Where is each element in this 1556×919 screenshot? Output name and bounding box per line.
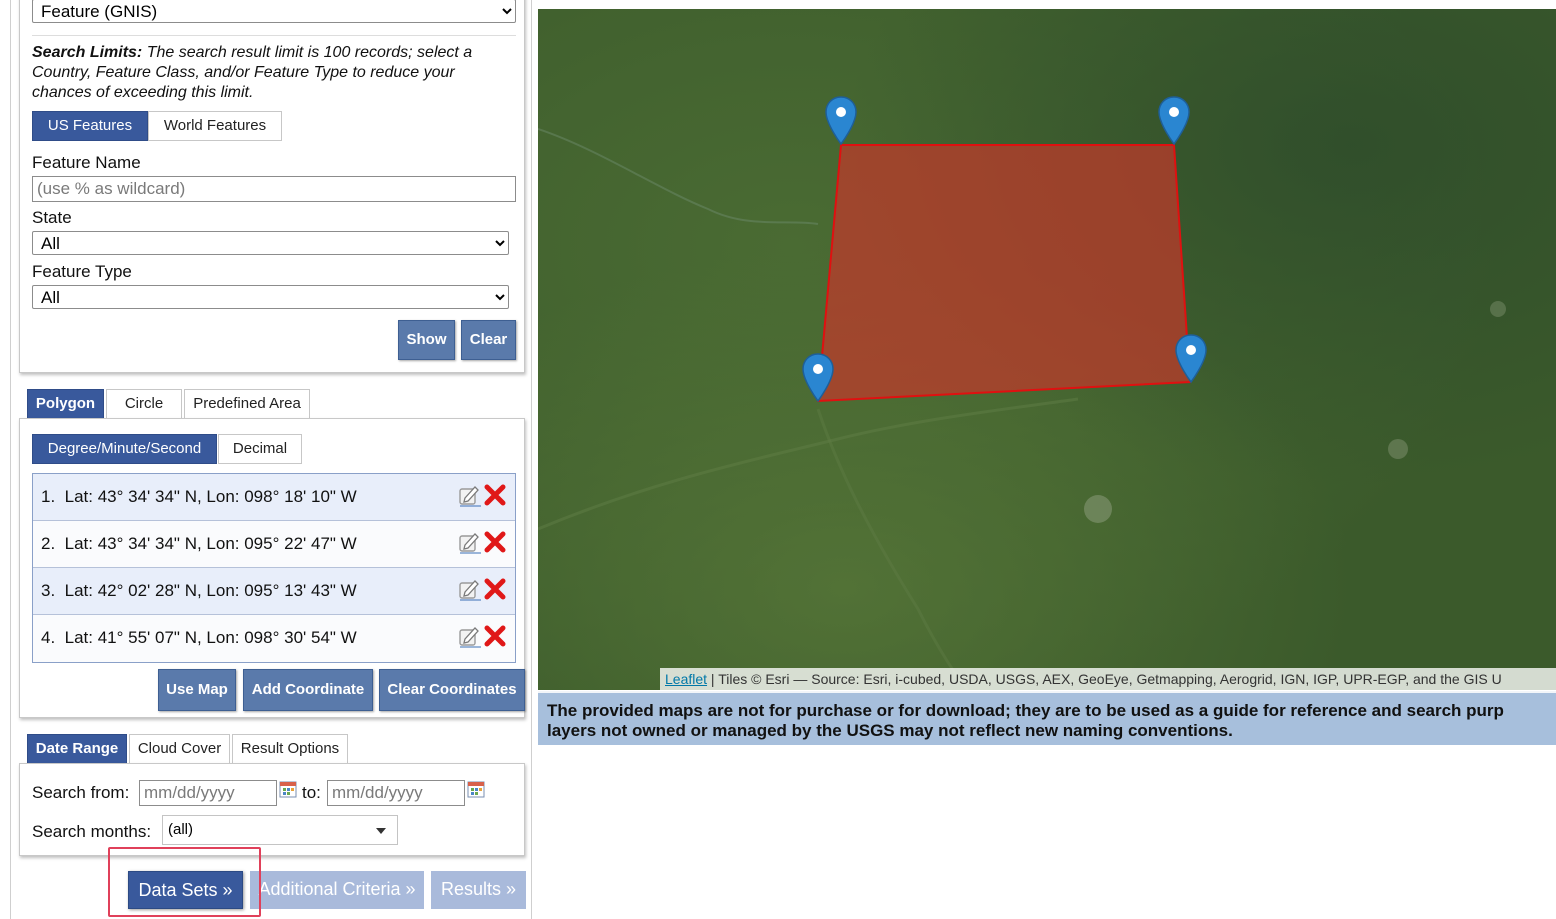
clear-coordinates-button[interactable]: Clear Coordinates: [379, 669, 525, 711]
map-attribution: Leaflet | Tiles © Esri — Source: Esri, i…: [660, 668, 1556, 690]
row-actions: [457, 577, 507, 603]
use-map-button[interactable]: Use Map: [158, 669, 236, 711]
delete-icon[interactable]: [483, 530, 507, 554]
tab-circle[interactable]: Circle: [106, 389, 182, 419]
date-range-panel: Search from: to: Search months: (all): [19, 763, 525, 856]
map-view[interactable]: [538, 9, 1556, 690]
search-from-input[interactable]: [139, 780, 277, 806]
feature-search-panel: Feature (GNIS) Search Limits: The search…: [19, 0, 525, 373]
calendar-icon[interactable]: [467, 780, 485, 798]
map-marker-icon[interactable]: [825, 96, 857, 146]
feature-type-select[interactable]: All: [32, 285, 509, 309]
edit-icon[interactable]: [457, 530, 481, 554]
coordinate-index: 4.: [41, 628, 56, 647]
edit-icon[interactable]: [457, 577, 481, 601]
row-actions: [457, 483, 507, 509]
coordinate-row: 3. Lat: 42° 02' 28" N, Lon: 095° 13' 43"…: [33, 568, 515, 615]
leaflet-link[interactable]: Leaflet: [665, 671, 707, 687]
feature-type-label: Feature Type: [32, 262, 132, 281]
coordinate-text: Lat: 43° 34' 34" N, Lon: 098° 18' 10" W: [64, 487, 357, 506]
disclaimer-line-2: layers not owned or managed by the USGS …: [547, 721, 1233, 740]
additional-criteria-button[interactable]: Additional Criteria »: [250, 871, 424, 909]
delete-icon[interactable]: [483, 483, 507, 507]
tab-us-features[interactable]: US Features: [32, 111, 148, 141]
coordinate-text: Lat: 43° 34' 34" N, Lon: 095° 22' 47" W: [64, 534, 357, 553]
tab-world-features[interactable]: World Features: [148, 111, 282, 141]
map-marker-icon[interactable]: [802, 353, 834, 403]
tab-decimal[interactable]: Decimal: [218, 434, 302, 464]
show-button[interactable]: Show: [398, 320, 455, 360]
state-label: State: [32, 208, 72, 227]
feature-name-label: Feature Name: [32, 153, 141, 172]
divider: [32, 35, 516, 36]
disclaimer-line-1: The provided maps are not for purchase o…: [547, 701, 1504, 720]
search-months-select[interactable]: (all): [162, 815, 398, 845]
chevron-down-icon: [376, 828, 386, 834]
clear-button[interactable]: Clear: [461, 320, 516, 360]
map-marker-icon[interactable]: [1158, 96, 1190, 146]
delete-icon[interactable]: [483, 577, 507, 601]
tab-predefined-area[interactable]: Predefined Area: [184, 389, 310, 419]
highlight-box: [108, 847, 261, 917]
add-coordinate-button[interactable]: Add Coordinate: [243, 669, 373, 711]
feature-source-select[interactable]: Feature (GNIS): [32, 0, 516, 23]
coordinate-index: 3.: [41, 581, 56, 600]
to-label: to:: [302, 783, 321, 802]
tab-result-options[interactable]: Result Options: [232, 734, 348, 764]
map-disclaimer: The provided maps are not for purchase o…: [538, 691, 1556, 745]
tab-polygon[interactable]: Polygon: [27, 389, 104, 419]
tab-cloud-cover[interactable]: Cloud Cover: [129, 734, 230, 764]
state-select[interactable]: All: [32, 231, 509, 255]
results-button[interactable]: Results »: [431, 871, 526, 909]
attribution-text: | Tiles © Esri — Source: Esri, i-cubed, …: [707, 671, 1502, 687]
edit-icon[interactable]: [457, 483, 481, 507]
coordinate-index: 2.: [41, 534, 56, 553]
polygon-panel: Degree/Minute/Second Decimal 1. Lat: 43°…: [19, 418, 525, 718]
coordinate-text: Lat: 42° 02' 28" N, Lon: 095° 13' 43" W: [64, 581, 357, 600]
search-sidebar: Feature (GNIS) Search Limits: The search…: [10, 0, 532, 919]
coordinate-row: 2. Lat: 43° 34' 34" N, Lon: 095° 22' 47"…: [33, 521, 515, 568]
delete-icon[interactable]: [483, 624, 507, 648]
coordinate-text: Lat: 41° 55' 07" N, Lon: 098° 30' 54" W: [64, 628, 357, 647]
map-marker-icon[interactable]: [1175, 334, 1207, 384]
search-to-input[interactable]: [327, 780, 465, 806]
coordinate-list: 1. Lat: 43° 34' 34" N, Lon: 098° 18' 10"…: [32, 473, 516, 663]
search-months-value: (all): [168, 821, 193, 838]
row-actions: [457, 624, 507, 650]
feature-name-input[interactable]: [32, 176, 516, 202]
coordinate-index: 1.: [41, 487, 56, 506]
calendar-icon[interactable]: [279, 780, 297, 798]
search-from-label: Search from:: [32, 783, 130, 802]
search-limits-label: Search Limits:: [32, 44, 143, 61]
row-actions: [457, 530, 507, 556]
search-months-label: Search months:: [32, 822, 152, 841]
coordinate-row: 4. Lat: 41° 55' 07" N, Lon: 098° 30' 54"…: [33, 615, 515, 662]
tab-degree-minute-second[interactable]: Degree/Minute/Second: [32, 434, 217, 464]
search-limits-text: Search Limits: The search result limit i…: [32, 43, 508, 103]
coordinate-row: 1. Lat: 43° 34' 34" N, Lon: 098° 18' 10"…: [33, 474, 515, 521]
edit-icon[interactable]: [457, 624, 481, 648]
search-polygon[interactable]: [538, 9, 1556, 690]
tab-date-range[interactable]: Date Range: [27, 734, 127, 764]
